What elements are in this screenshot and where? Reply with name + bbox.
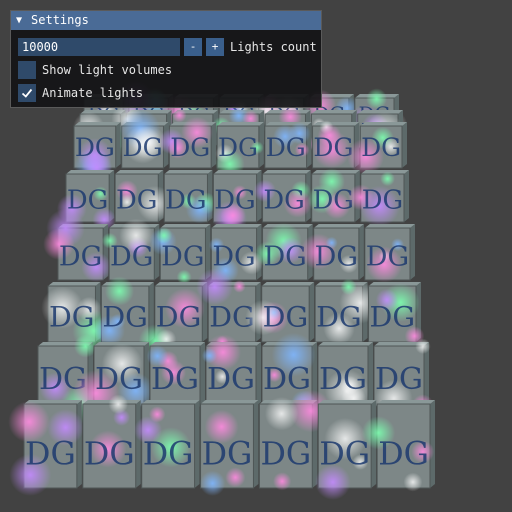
cube-logo-text: DG	[84, 436, 135, 472]
dg-logo-cube: DG	[368, 282, 425, 346]
cube-logo-text: DG	[316, 300, 362, 333]
animate-lights-label: Animate lights	[42, 86, 144, 100]
cube-logo-text: DG	[313, 186, 354, 216]
cube-logo-text: DG	[110, 241, 153, 272]
cube-logo-text: DG	[161, 241, 204, 272]
cube-logo-text: DG	[75, 133, 115, 162]
lights-count-label: Lights count	[230, 40, 317, 54]
cube-logo-text: DG	[315, 241, 358, 272]
dg-logo-cube: DG	[82, 394, 141, 489]
dg-logo-cube: DG	[201, 334, 261, 407]
cube-logo-text: DG	[260, 436, 311, 472]
cube-logo-text: DG	[366, 241, 409, 272]
cube-logo-text: DG	[156, 300, 202, 333]
render-viewport[interactable]: DG DG DG DG DG DG DG DG DG DG DG DG DG DG DG DG DG DG DG DG…	[0, 0, 512, 512]
cube-logo-text: DG	[202, 436, 253, 472]
settings-window: ▼ Settings - + Lights count Show light v…	[10, 10, 322, 108]
cube-logo-text: DG	[378, 436, 429, 472]
lights-count-input[interactable]	[18, 38, 180, 56]
dg-logo-cube: DG	[315, 400, 377, 500]
dg-logo-cube: DG	[134, 400, 200, 489]
dg-logo-cube: DG	[8, 400, 84, 496]
cube-logo-text: DG	[123, 133, 163, 162]
lights-count-row: - + Lights count	[18, 38, 317, 56]
settings-title: Settings	[31, 13, 89, 27]
cube-logo-text: DG	[266, 133, 306, 162]
cube-logo-text: DG	[116, 186, 157, 216]
cube-logo-text: DG	[151, 362, 199, 397]
cube-logo-text: DG	[218, 133, 258, 162]
cube-logo-text: DG	[59, 241, 102, 272]
collapse-arrow-icon[interactable]: ▼	[16, 11, 22, 30]
cube-logo-text: DG	[102, 300, 148, 333]
cube-logo-text: DG	[170, 133, 210, 162]
dg-logo-cube: DG	[101, 218, 160, 281]
increment-button[interactable]: +	[206, 38, 224, 56]
cube-logo-text: DG	[212, 241, 255, 272]
cube-logo-text: DG	[370, 300, 416, 333]
show-light-volumes-label: Show light volumes	[42, 63, 173, 77]
dg-logo-cube: DG	[199, 400, 259, 496]
cube-logo-text: DG	[214, 186, 255, 216]
cube-logo-text: DG	[49, 300, 95, 333]
cube-logo-text: DG	[95, 362, 143, 397]
cube-logo-text: DG	[375, 362, 423, 397]
settings-title-bar[interactable]: ▼ Settings	[11, 11, 321, 30]
show-light-volumes-row[interactable]: Show light volumes	[18, 61, 172, 79]
checkmark-icon	[21, 88, 33, 98]
cube-logo-text: DG	[319, 362, 367, 397]
cube-logo-text: DG	[165, 186, 206, 216]
show-light-volumes-checkbox[interactable]	[18, 61, 36, 79]
animate-lights-row[interactable]: Animate lights	[18, 84, 143, 102]
dg-logo-cube: DG	[264, 122, 312, 169]
decrement-button[interactable]: -	[184, 38, 202, 56]
cube-logo-text: DG	[263, 241, 306, 272]
cube-logo-text: DG	[263, 300, 309, 333]
cube-logo-text: DG	[143, 436, 194, 472]
cube-logo-text: DG	[263, 186, 304, 216]
cube-logo-text: DG	[207, 362, 255, 397]
cube-logo-text: DG	[362, 186, 403, 216]
dg-logo-cube: DG	[253, 170, 312, 223]
cube-logo-text: DG	[361, 133, 401, 162]
dg-logo-cube: DG	[146, 342, 205, 407]
dg-logo-cube: DG	[163, 170, 217, 224]
animate-lights-checkbox[interactable]	[18, 84, 36, 102]
cube-logo-text: DG	[25, 436, 76, 472]
cube-logo-text: DG	[319, 436, 370, 472]
dg-logo-cube: DG	[364, 224, 415, 283]
